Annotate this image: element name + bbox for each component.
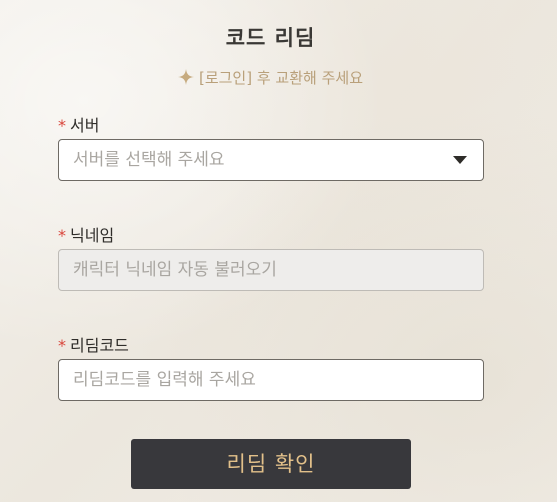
code-label: * 리딤코드 [58, 332, 129, 356]
required-mark: * [58, 116, 66, 135]
server-select[interactable]: 서버를 선택해 주세요 [58, 139, 484, 181]
nickname-field-placeholder: 캐릭터 닉네임 자동 불러오기 [73, 260, 277, 280]
redeem-panel: 코드 리딤 [로그인] 후 교환해 주세요 * 서버 서버를 선택해 주세요 * 닉… [0, 0, 557, 502]
server-label-text: 서버 [70, 116, 100, 135]
required-mark: * [58, 226, 66, 245]
server-label: * 서버 [58, 112, 99, 136]
required-mark: * [58, 336, 66, 355]
login-hint: [로그인] 후 교환해 주세요 [0, 67, 541, 88]
nickname-label-text: 닉네임 [70, 226, 115, 245]
chevron-down-icon[interactable] [453, 156, 467, 164]
nickname-field: 캐릭터 닉네임 자동 불러오기 [58, 249, 484, 291]
sparkle-icon [177, 69, 194, 85]
nickname-label: * 닉네임 [58, 222, 114, 246]
page-title: 코드 리딤 [225, 26, 316, 50]
redeem-code-input[interactable]: 리딤코드를 입력해 주세요 [58, 359, 484, 401]
server-select-placeholder: 서버를 선택해 주세요 [73, 150, 225, 170]
redeem-code-placeholder: 리딤코드를 입력해 주세요 [73, 370, 256, 390]
login-hint-text: [로그인] 후 교환해 주세요 [198, 69, 363, 87]
code-label-text: 리딤코드 [70, 336, 129, 355]
redeem-confirm-button[interactable]: 리딤 확인 [131, 439, 411, 489]
